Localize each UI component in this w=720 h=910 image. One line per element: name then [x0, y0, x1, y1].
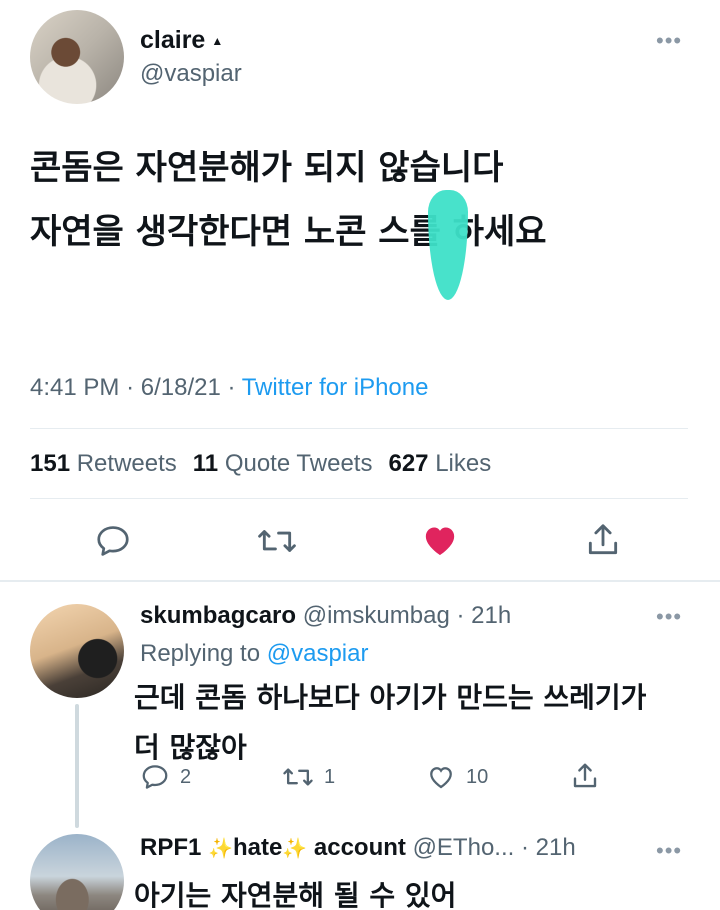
heart-outline-icon [430, 767, 452, 789]
likes-stat[interactable]: 627 Likes [388, 450, 491, 478]
tweet-stats: 151 Retweets 11 Quote Tweets 627 Likes [30, 450, 491, 478]
comment-icon [97, 526, 129, 556]
retweet-button[interactable] [256, 522, 298, 560]
reply-avatar[interactable] [30, 604, 124, 698]
retweet-icon [283, 768, 313, 786]
reply-author-handle[interactable]: @imskumbag [303, 602, 450, 629]
retweets-label: Retweets [76, 450, 177, 477]
reply-retweet-button[interactable]: 1 [282, 762, 335, 792]
like-button[interactable] [420, 520, 460, 560]
tweet-text-line1: 콘돔은 자연분해가 되지 않습니다 [30, 148, 504, 188]
reply-text-line2: 더 많잖아 [134, 731, 247, 764]
more-options-icon[interactable]: ••• [656, 606, 682, 628]
replying-to-prefix: Replying to [140, 640, 261, 667]
quotes-stat[interactable]: 11 Quote Tweets [193, 450, 373, 478]
reply-author-name[interactable]: skumbagcaro [140, 602, 296, 629]
author-handle[interactable]: @vaspiar [140, 60, 242, 88]
reply-header: skumbagcaro @imskumbag · 21h [140, 602, 512, 629]
reply-button[interactable] [94, 522, 132, 560]
like-count: 10 [466, 765, 489, 788]
retweet-icon [258, 530, 296, 552]
share-icon [573, 763, 597, 788]
tweet-timestamp: 4:41 PM · 6/18/21 · Twitter for iPhone [30, 374, 429, 401]
reply-time[interactable]: 21h [471, 602, 511, 629]
tweet-text-line2: 자연을 생각한다면 노콘 스를 하세요 [30, 212, 547, 252]
divider [30, 428, 688, 429]
heart-icon [425, 527, 455, 555]
redaction-mark [428, 190, 468, 300]
reply-author-name[interactable]: RPF1 ✨hate✨ account [140, 834, 413, 861]
retweets-stat[interactable]: 151 Retweets [30, 450, 177, 478]
more-options-icon[interactable]: ••• [656, 30, 682, 52]
likes-label: Likes [435, 450, 492, 477]
section-divider [0, 580, 720, 582]
quotes-label: Quote Tweets [224, 450, 373, 477]
reply-time[interactable]: 21h [536, 834, 576, 861]
share-button[interactable] [584, 520, 622, 560]
sparkles-icon: ✨ [208, 838, 233, 860]
replying-to-handle[interactable]: @vaspiar [267, 640, 369, 667]
reply-avatar[interactable] [30, 834, 124, 910]
tweet-date[interactable]: 6/18/21 [141, 374, 221, 401]
reply-share-button[interactable] [570, 760, 600, 792]
share-icon [588, 524, 618, 555]
tweet-client[interactable]: Twitter for iPhone [242, 374, 429, 401]
sparkles-icon: ✨ [282, 838, 308, 860]
reply-text-line1: 근데 콘돔 하나보다 아기가 만드는 쓰레기가 [134, 681, 647, 714]
author-avatar[interactable] [30, 10, 124, 104]
lock-icon: ▲ [211, 33, 224, 48]
more-options-icon[interactable]: ••• [656, 840, 682, 862]
thread-line [75, 704, 79, 828]
comment-icon [142, 765, 168, 789]
quotes-count: 11 [192, 450, 219, 477]
tweet-time[interactable]: 4:41 PM [30, 374, 119, 401]
likes-count: 627 [388, 450, 429, 477]
reply-like-button[interactable]: 10 [426, 762, 488, 792]
divider [30, 498, 688, 499]
author-name-text: claire [140, 26, 206, 54]
retweets-count: 151 [30, 450, 71, 477]
replying-to: Replying to @vaspiar [140, 640, 368, 668]
reply-text-line1: 아기는 자연분해 될 수 있어 [134, 879, 457, 910]
reply-reply-button[interactable]: 2 [140, 762, 191, 792]
author-name[interactable]: claire ▲ [140, 26, 223, 55]
reply-author-handle[interactable]: @ETho... [413, 834, 515, 861]
retweet-count: 1 [324, 765, 336, 788]
reply-header: RPF1 ✨hate✨ account @ETho... · 21h [140, 834, 576, 861]
reply-count: 2 [180, 765, 192, 788]
